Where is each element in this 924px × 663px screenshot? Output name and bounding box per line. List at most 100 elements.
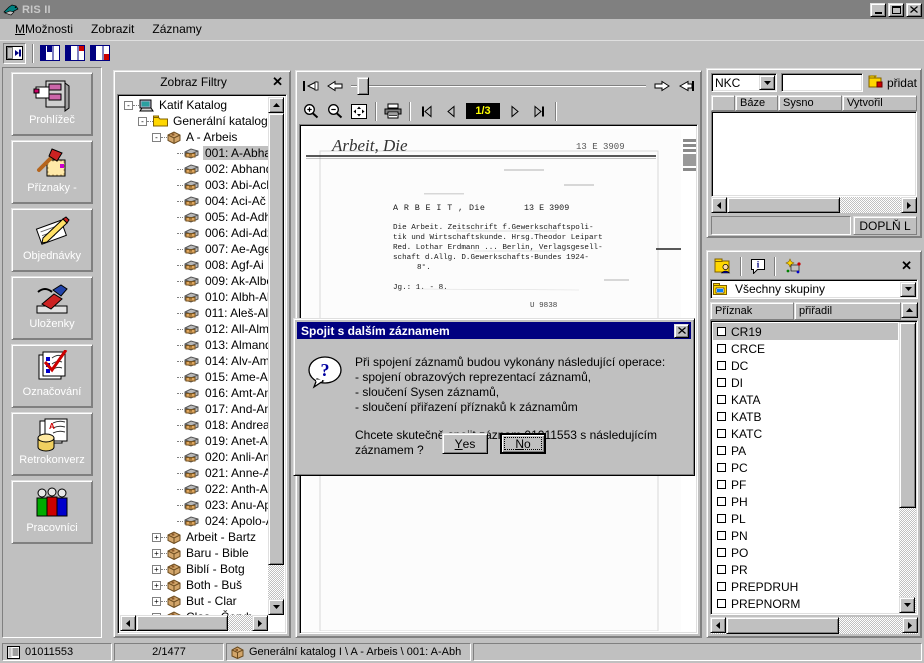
go-first-icon[interactable] xyxy=(299,75,323,97)
menu-moznosti[interactable]: MMožnosti xyxy=(6,20,82,38)
flags-hscroll-thumb[interactable] xyxy=(726,617,839,634)
scroll-left-button[interactable] xyxy=(120,615,136,631)
flag-checkbox[interactable] xyxy=(717,548,726,557)
flag-row[interactable]: KATB xyxy=(713,408,898,425)
assign-flag-button[interactable] xyxy=(710,255,736,277)
tree-node[interactable]: 001: A-Abhan xyxy=(120,145,268,161)
scroll-right-button[interactable] xyxy=(252,615,268,631)
tree-toggle-expand-icon[interactable]: + xyxy=(152,549,161,558)
col-priradil[interactable]: přiřadil xyxy=(794,302,901,320)
tree-node[interactable]: -Generální katalog I xyxy=(120,113,268,129)
tree-toggle-collapse-icon[interactable]: - xyxy=(138,117,147,126)
chevron-down-icon[interactable] xyxy=(900,282,916,297)
col-priznak[interactable]: Příznak xyxy=(710,302,794,320)
zoom-in-icon[interactable] xyxy=(299,100,323,122)
page-next-icon[interactable] xyxy=(503,100,527,122)
scroll-up-button[interactable] xyxy=(268,97,284,113)
linked-hscroll-thumb[interactable] xyxy=(727,197,840,213)
arrow-right-icon[interactable] xyxy=(650,75,674,97)
flag-row[interactable]: DC xyxy=(713,357,898,374)
flag-row[interactable]: PF xyxy=(713,476,898,493)
close-icon[interactable] xyxy=(674,324,689,338)
tree-node[interactable]: 015: Ame-Ams xyxy=(120,369,268,385)
scroll-left-button[interactable] xyxy=(710,617,726,633)
flag-row[interactable]: PL xyxy=(713,510,898,527)
flag-row[interactable]: PH xyxy=(713,493,898,510)
sidebar-item-ozna-ov-n[interactable]: Označování xyxy=(11,344,93,408)
close-button[interactable] xyxy=(906,3,922,17)
tree-node[interactable]: -Katif Katalog xyxy=(120,97,268,113)
fit-page-icon[interactable] xyxy=(347,100,371,122)
sysno-search-input[interactable] xyxy=(781,73,863,92)
flag-checkbox[interactable] xyxy=(717,565,726,574)
info-button[interactable]: i xyxy=(746,255,770,277)
scroll-left-button[interactable] xyxy=(711,197,727,213)
flag-checkbox[interactable] xyxy=(717,531,726,540)
tree-node[interactable]: 010: Albh-Ales xyxy=(120,289,268,305)
flag-row[interactable]: PO xyxy=(713,544,898,561)
col-blank[interactable] xyxy=(711,95,735,111)
flag-checkbox[interactable] xyxy=(717,480,726,489)
tree-node[interactable]: +Arbeit - Bartz xyxy=(120,529,268,545)
tree-vertical-scrollbar[interactable] xyxy=(268,97,284,615)
page-first-icon[interactable] xyxy=(415,100,439,122)
flag-row[interactable]: PREPNORM xyxy=(713,595,898,612)
layout-1-button[interactable] xyxy=(38,43,61,64)
tree-node[interactable]: 005: Ad-Adh xyxy=(120,209,268,225)
record-slider[interactable] xyxy=(351,75,646,97)
close-icon[interactable]: ✕ xyxy=(895,258,918,274)
flags-list[interactable]: CR19CRCEDCDIKATAKATBKATCPAPCPFPHPLPNPOPR… xyxy=(710,320,918,615)
tree-horizontal-scrollbar[interactable] xyxy=(120,615,268,631)
tree-scroll-thumb[interactable] xyxy=(268,113,284,565)
add-record-button[interactable]: přidat xyxy=(867,74,917,92)
flag-row[interactable]: KATC xyxy=(713,425,898,442)
flag-checkbox[interactable] xyxy=(717,463,726,472)
group-select[interactable]: Všechny skupiny xyxy=(710,279,918,299)
close-icon[interactable]: ✕ xyxy=(269,74,286,90)
minimize-button[interactable] xyxy=(870,3,886,17)
flags-hscrollbar[interactable] xyxy=(710,617,918,634)
dopln-button[interactable]: DOPLŇ L xyxy=(853,216,917,235)
tree-node[interactable]: 013: Almand-A xyxy=(120,337,268,353)
sidebar-item-p-znaky[interactable]: Příznaky - xyxy=(11,140,93,204)
new-flag-button[interactable] xyxy=(780,255,806,277)
flag-checkbox[interactable] xyxy=(717,327,726,336)
slider-thumb[interactable] xyxy=(357,77,369,95)
sidebar-item-retrokonverz[interactable]: ARetrokonverz xyxy=(11,412,93,476)
scroll-down-button[interactable] xyxy=(268,599,284,615)
maximize-button[interactable] xyxy=(888,3,904,17)
flag-checkbox[interactable] xyxy=(717,395,726,404)
col-sysno[interactable]: Sysno xyxy=(778,95,842,111)
catalog-tree[interactable]: -Katif Katalog-Generální katalog I-A - A… xyxy=(120,97,268,615)
tree-node[interactable]: -A - Arbeis xyxy=(120,129,268,145)
flag-checkbox[interactable] xyxy=(717,344,726,353)
tree-node[interactable]: 008: Agf-Ai xyxy=(120,257,268,273)
tree-node[interactable]: 012: All-Almar xyxy=(120,321,268,337)
flag-checkbox[interactable] xyxy=(717,446,726,455)
flag-checkbox[interactable] xyxy=(717,412,726,421)
no-button[interactable]: No xyxy=(500,433,546,454)
tree-toggle-collapse-icon[interactable]: - xyxy=(152,133,161,142)
tree-toggle-expand-icon[interactable]: + xyxy=(152,565,161,574)
flag-row[interactable]: DI xyxy=(713,374,898,391)
page-prev-icon[interactable] xyxy=(439,100,463,122)
go-last-icon[interactable] xyxy=(674,75,698,97)
flag-checkbox[interactable] xyxy=(717,361,726,370)
tree-node[interactable]: 019: Anet-Anll xyxy=(120,433,268,449)
flag-row[interactable]: PC xyxy=(713,459,898,476)
scroll-right-button[interactable] xyxy=(902,617,918,633)
tree-node[interactable]: 024: Apolo-Arl xyxy=(120,513,268,529)
sidebar-item-prohl-e[interactable]: Prohlížeč xyxy=(11,72,93,136)
sidebar-item-pracovn-ci[interactable]: Pracovníci xyxy=(11,480,93,544)
flag-checkbox[interactable] xyxy=(717,599,726,608)
tree-node[interactable]: 007: Ae-Age xyxy=(120,241,268,257)
sidebar-item-ulo-enky[interactable]: Uloženky xyxy=(11,276,93,340)
tree-node[interactable]: 021: Anne-An xyxy=(120,465,268,481)
tree-toggle-collapse-icon[interactable]: - xyxy=(124,101,133,110)
tree-node[interactable]: 018: Andreas- xyxy=(120,417,268,433)
sidebar-item-objedn-vky[interactable]: Objednávky xyxy=(11,208,93,272)
tree-node[interactable]: 009: Ak-Albe xyxy=(120,273,268,289)
toggle-sidebar-button[interactable] xyxy=(3,43,26,64)
base-select[interactable]: NKC xyxy=(711,73,777,92)
flag-checkbox[interactable] xyxy=(717,514,726,523)
